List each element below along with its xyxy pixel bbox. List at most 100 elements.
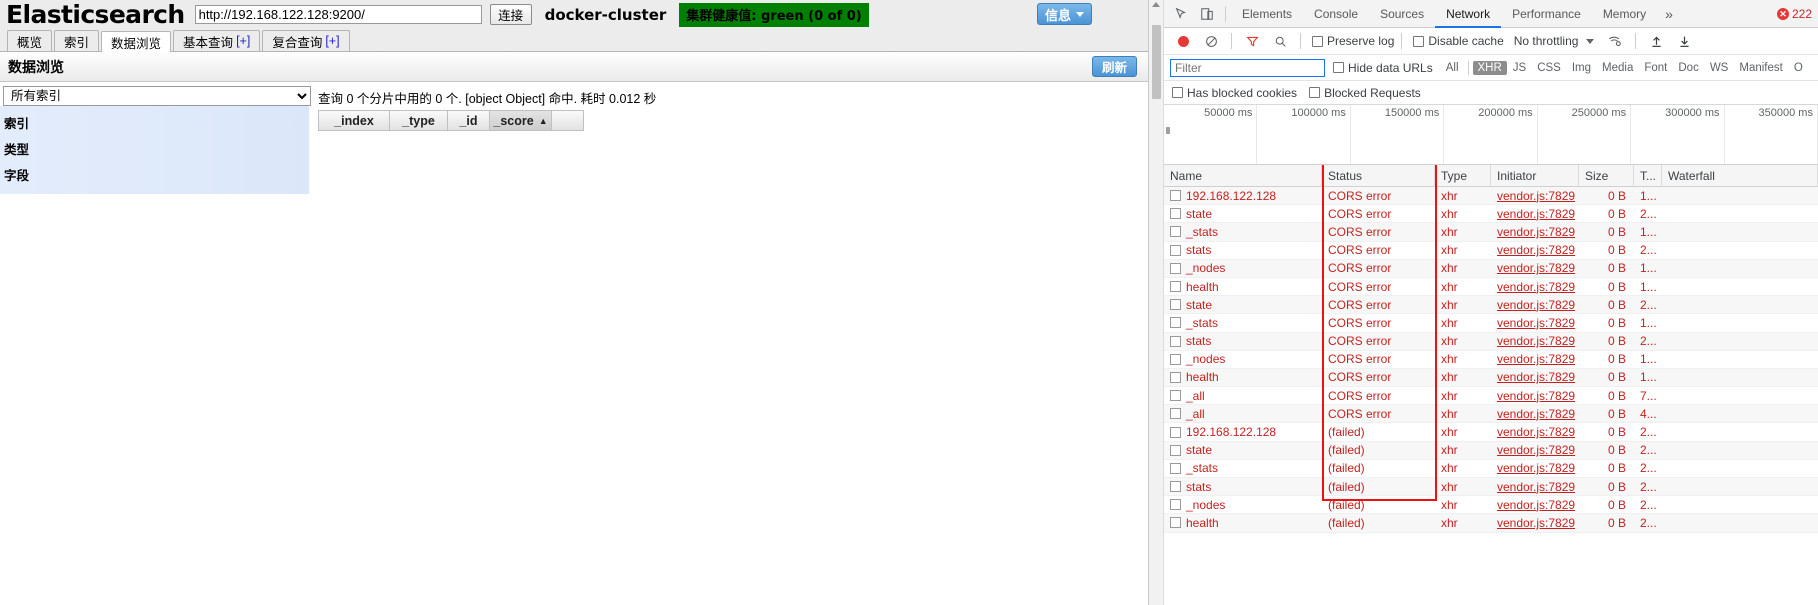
import-har-icon[interactable]: [1643, 28, 1669, 54]
initiator-link[interactable]: vendor.js:7829: [1497, 225, 1575, 239]
resource-type-o[interactable]: O: [1789, 61, 1808, 75]
request-initiator-cell[interactable]: vendor.js:7829: [1491, 461, 1579, 475]
table-row[interactable]: state CORS error xhr vendor.js:7829 0 B 2...: [1164, 205, 1818, 224]
initiator-link[interactable]: vendor.js:7829: [1497, 316, 1575, 330]
request-initiator-cell[interactable]: vendor.js:7829: [1491, 480, 1579, 494]
search-icon[interactable]: [1267, 28, 1293, 54]
device-toolbar-icon[interactable]: [1194, 1, 1220, 27]
initiator-link[interactable]: vendor.js:7829: [1497, 189, 1575, 203]
request-initiator-cell[interactable]: vendor.js:7829: [1491, 298, 1579, 312]
page-scrollbar[interactable]: [1149, 0, 1164, 605]
network-conditions-icon[interactable]: [1602, 28, 1628, 54]
filter-icon[interactable]: [1239, 28, 1265, 54]
inspect-element-icon[interactable]: [1168, 1, 1194, 27]
request-initiator-cell[interactable]: vendor.js:7829: [1491, 516, 1579, 530]
initiator-link[interactable]: vendor.js:7829: [1497, 334, 1575, 348]
initiator-link[interactable]: vendor.js:7829: [1497, 498, 1575, 512]
initiator-link[interactable]: vendor.js:7829: [1497, 389, 1575, 403]
column-header-initiator[interactable]: Initiator: [1491, 165, 1579, 186]
table-row[interactable]: health CORS error xhr vendor.js:7829 0 B 1...: [1164, 278, 1818, 297]
request-name-cell[interactable]: 192.168.122.128: [1164, 189, 1322, 203]
record-button[interactable]: [1170, 28, 1196, 54]
table-row[interactable]: _stats CORS error xhr vendor.js:7829 0 B 1...: [1164, 314, 1818, 333]
request-name-cell[interactable]: _stats: [1164, 316, 1322, 330]
resource-type-media[interactable]: Media: [1597, 61, 1638, 75]
index-select[interactable]: 所有索引: [3, 86, 311, 106]
request-initiator-cell[interactable]: vendor.js:7829: [1491, 225, 1579, 239]
table-row[interactable]: _nodes CORS error xhr vendor.js:7829 0 B 1...: [1164, 259, 1818, 278]
request-initiator-cell[interactable]: vendor.js:7829: [1491, 443, 1579, 457]
column-header-size[interactable]: Size: [1579, 165, 1634, 186]
request-name-cell[interactable]: _nodes: [1164, 352, 1322, 366]
more-tabs-button[interactable]: »: [1657, 6, 1681, 22]
facet-item-2[interactable]: 字段: [3, 162, 309, 188]
es-url-input[interactable]: [194, 5, 482, 24]
initiator-link[interactable]: vendor.js:7829: [1497, 352, 1575, 366]
table-row[interactable]: health (failed) xhr vendor.js:7829 0 B 2...: [1164, 514, 1818, 533]
column-header-waterfall[interactable]: Waterfall: [1662, 165, 1818, 186]
table-row[interactable]: _nodes (failed) xhr vendor.js:7829 0 B 2...: [1164, 496, 1818, 515]
request-initiator-cell[interactable]: vendor.js:7829: [1491, 207, 1579, 221]
chevron-down-icon[interactable]: [1586, 38, 1595, 44]
initiator-link[interactable]: vendor.js:7829: [1497, 280, 1575, 294]
column-header-name[interactable]: Name: [1164, 165, 1322, 186]
throttling-label[interactable]: No throttling: [1514, 34, 1579, 48]
table-row[interactable]: _stats (failed) xhr vendor.js:7829 0 B 2...: [1164, 460, 1818, 478]
initiator-link[interactable]: vendor.js:7829: [1497, 243, 1575, 257]
column-header-type[interactable]: Type: [1435, 165, 1491, 186]
tab-sources[interactable]: Sources: [1369, 0, 1435, 28]
blocked-requests-checkbox[interactable]: Blocked Requests: [1309, 86, 1421, 100]
resource-type-img[interactable]: Img: [1567, 61, 1596, 75]
result-column-_index[interactable]: _index: [318, 110, 390, 131]
request-initiator-cell[interactable]: vendor.js:7829: [1491, 370, 1579, 384]
resource-type-ws[interactable]: WS: [1705, 61, 1734, 75]
has-blocked-cookies-checkbox[interactable]: Has blocked cookies: [1172, 86, 1297, 100]
request-initiator-cell[interactable]: vendor.js:7829: [1491, 352, 1579, 366]
table-row[interactable]: _all CORS error xhr vendor.js:7829 0 B 7...: [1164, 387, 1818, 406]
tab-performance[interactable]: Performance: [1501, 0, 1592, 28]
request-initiator-cell[interactable]: vendor.js:7829: [1491, 407, 1579, 421]
hide-data-urls-checkbox[interactable]: Hide data URLs: [1333, 61, 1433, 75]
request-initiator-cell[interactable]: vendor.js:7829: [1491, 389, 1579, 403]
initiator-link[interactable]: vendor.js:7829: [1497, 207, 1575, 221]
request-initiator-cell[interactable]: vendor.js:7829: [1491, 498, 1579, 512]
request-initiator-cell[interactable]: vendor.js:7829: [1491, 334, 1579, 348]
request-name-cell[interactable]: state: [1164, 298, 1322, 312]
result-column-blank[interactable]: [552, 110, 584, 131]
resource-type-js[interactable]: JS: [1508, 61, 1531, 75]
table-row[interactable]: _nodes CORS error xhr vendor.js:7829 0 B 1...: [1164, 351, 1818, 369]
resource-type-xhr[interactable]: XHR: [1472, 60, 1507, 75]
tab-memory[interactable]: Memory: [1592, 0, 1657, 28]
request-initiator-cell[interactable]: vendor.js:7829: [1491, 316, 1579, 330]
connect-button[interactable]: 连接: [489, 4, 532, 25]
es-tab-plus[interactable]: [+]: [325, 34, 339, 48]
initiator-link[interactable]: vendor.js:7829: [1497, 298, 1575, 312]
request-initiator-cell[interactable]: vendor.js:7829: [1491, 243, 1579, 257]
error-count-badge[interactable]: ✕ 222: [1776, 7, 1812, 21]
es-tab-3[interactable]: 基本查询 [+]: [173, 30, 261, 51]
request-initiator-cell[interactable]: vendor.js:7829: [1491, 425, 1579, 439]
table-row[interactable]: health CORS error xhr vendor.js:7829 0 B 1...: [1164, 368, 1818, 388]
table-row[interactable]: _stats CORS error xhr vendor.js:7829 0 B 1...: [1164, 223, 1818, 242]
facet-item-1[interactable]: 类型: [3, 136, 309, 162]
facet-item-0[interactable]: 索引: [3, 110, 309, 136]
column-header-t[interactable]: T...: [1634, 165, 1662, 186]
resource-type-manifest[interactable]: Manifest: [1734, 61, 1787, 75]
request-name-cell[interactable]: state: [1164, 207, 1322, 221]
request-name-cell[interactable]: health: [1164, 280, 1322, 294]
request-name-cell[interactable]: stats: [1164, 480, 1322, 494]
request-name-cell[interactable]: _all: [1164, 389, 1322, 403]
tab-elements[interactable]: Elements: [1231, 0, 1303, 28]
request-initiator-cell[interactable]: vendor.js:7829: [1491, 261, 1579, 275]
es-tab-plus[interactable]: [+]: [236, 34, 250, 48]
request-name-cell[interactable]: _stats: [1164, 461, 1322, 475]
request-name-cell[interactable]: health: [1164, 516, 1322, 530]
initiator-link[interactable]: vendor.js:7829: [1497, 407, 1575, 421]
request-name-cell[interactable]: state: [1164, 443, 1322, 457]
scroll-up-arrow-icon[interactable]: [1152, 2, 1160, 7]
initiator-link[interactable]: vendor.js:7829: [1497, 370, 1575, 384]
request-name-cell[interactable]: _stats: [1164, 225, 1322, 239]
clear-button[interactable]: [1198, 28, 1224, 54]
request-name-cell[interactable]: _nodes: [1164, 498, 1322, 512]
request-name-cell[interactable]: stats: [1164, 243, 1322, 257]
